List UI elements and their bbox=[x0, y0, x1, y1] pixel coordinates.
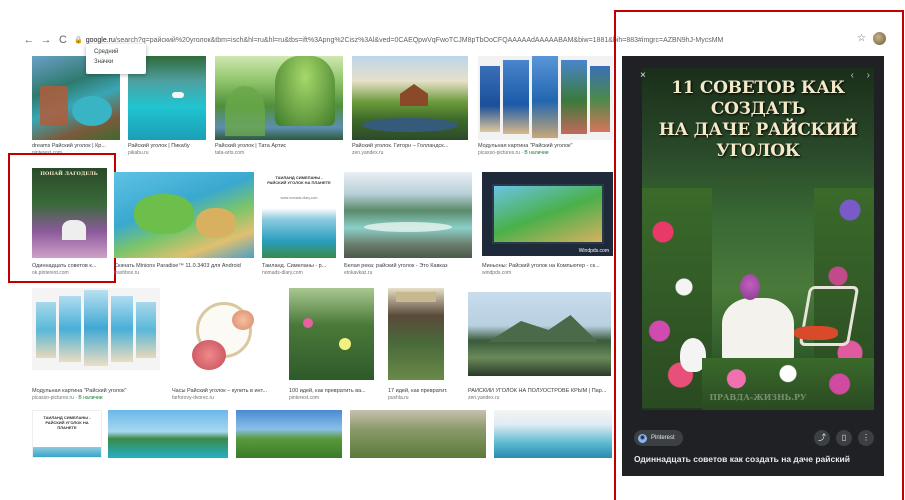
result-caption[interactable]: Модульная картина "Райский уголок" bbox=[32, 388, 162, 395]
preview-watermark: ПРАВДА-ЖИЗНЬ.РУ bbox=[709, 392, 807, 402]
image-preview-panel: 11 СОВЕТОВ КАК СОЗДАТЬ НА ДАЧЕ РАЙСКИЙ У… bbox=[622, 56, 884, 476]
back-button[interactable]: ← bbox=[22, 33, 36, 47]
result-caption[interactable]: РАЙСКИЙ УГОЛОК НА ПОЛУОСТРОВЕ КРЫМ | Пар… bbox=[468, 388, 613, 395]
result-caption[interactable]: dreams Райский уголок | Кр... bbox=[32, 143, 120, 150]
result-source: tata-arts.com bbox=[215, 150, 245, 156]
result-caption[interactable]: Модульная картина "Райский уголок" bbox=[478, 143, 613, 150]
thumb-card-subtitle: www.nomads-diary.com bbox=[280, 196, 318, 200]
more-options-icon[interactable]: ⋮ bbox=[858, 430, 874, 446]
result-caption[interactable]: Таиланд. Симеланы - р... bbox=[262, 263, 340, 270]
result-source: nomads-diary.com bbox=[262, 270, 303, 276]
result-thumbnail[interactable] bbox=[468, 292, 611, 376]
result-thumbnail[interactable] bbox=[350, 410, 486, 458]
preview-image-title: 11 СОВЕТОВ КАК СОЗДАТЬ НА ДАЧЕ РАЙСКИЙ У… bbox=[642, 78, 874, 162]
thumb-card-title: ТАИЛАНД СИМЕЛАНЫ - РАЙСКИЙ УГОЛОК НА ПЛА… bbox=[267, 175, 331, 185]
close-icon[interactable]: × bbox=[640, 70, 646, 81]
globe-icon: ◉ bbox=[638, 433, 647, 443]
result-thumbnail[interactable] bbox=[352, 56, 468, 140]
prev-image-icon[interactable]: ‹ bbox=[851, 70, 854, 81]
result-source-name: picasso-pictures.ru bbox=[32, 395, 74, 401]
selected-result-highlight bbox=[8, 153, 116, 283]
result-caption[interactable]: Райский уголок | Пикабу bbox=[128, 143, 208, 150]
source-chip-label: Pinterest bbox=[651, 435, 675, 441]
preview-image[interactable]: 11 СОВЕТОВ КАК СОЗДАТЬ НА ДАЧЕ РАЙСКИЙ У… bbox=[642, 68, 874, 410]
lock-icon: 🔒 bbox=[74, 37, 83, 44]
result-source: pinterest.com bbox=[289, 395, 320, 401]
result-thumbnail[interactable] bbox=[344, 172, 472, 258]
result-source: picasso-pictures.ru · В наличии bbox=[478, 150, 549, 156]
result-source: windpds.com bbox=[482, 270, 512, 276]
result-source: zen.yandex.ru bbox=[352, 150, 384, 156]
save-bookmark-icon[interactable]: ▯ bbox=[836, 430, 852, 446]
result-thumbnail[interactable] bbox=[215, 56, 343, 140]
forward-button[interactable]: → bbox=[39, 33, 53, 47]
thumb-card-title: ТАИЛАНД СИМЕЛАНЫ - РАЙСКИЙ УГОЛОК НА ПЛА… bbox=[43, 415, 91, 430]
result-thumbnail[interactable] bbox=[32, 288, 160, 370]
result-source: etokavkaz.ru bbox=[344, 270, 373, 276]
result-source: farforovy-dvorec.ru bbox=[172, 395, 214, 401]
preview-caption[interactable]: Одиннадцать советов как создать на даче … bbox=[634, 454, 874, 464]
result-caption[interactable]: Миньоны: Райский уголок на Компьютер - с… bbox=[482, 263, 613, 270]
result-caption[interactable]: Часы Райский уголок – купить в инт... bbox=[172, 388, 282, 395]
result-thumbnail[interactable] bbox=[289, 288, 374, 380]
size-dropdown-menu: Средний Значки bbox=[86, 44, 146, 74]
dropdown-item-icons[interactable]: Значки bbox=[86, 57, 146, 67]
result-thumbnail[interactable] bbox=[114, 172, 254, 258]
result-caption[interactable]: Райский уголок | Тата Артис bbox=[215, 143, 343, 150]
result-thumbnail[interactable] bbox=[172, 288, 280, 380]
result-thumbnail[interactable]: ТАИЛАНД СИМЕЛАНЫ - РАЙСКИЙ УГОЛОК НА ПЛА… bbox=[32, 410, 102, 458]
share-icon[interactable]: ⤴ bbox=[814, 430, 830, 446]
result-source: zen.yandex.ru bbox=[468, 395, 500, 401]
result-caption[interactable]: 100 идей, как превратить ва... bbox=[289, 388, 379, 395]
url-host: google.ru bbox=[85, 36, 115, 44]
result-thumbnail[interactable] bbox=[388, 288, 444, 380]
result-caption[interactable]: 17 идей, как превратит... bbox=[388, 388, 448, 395]
preview-title-line-2: НА ДАЧЕ РАЙСКИЙ УГОЛОК bbox=[658, 120, 858, 161]
result-thumbnail[interactable] bbox=[478, 56, 613, 140]
result-source-name: picasso-pictures.ru bbox=[478, 150, 520, 156]
reload-button[interactable]: C bbox=[56, 33, 70, 47]
result-caption[interactable]: Скачать Minions Paradise™ 11.0.3403 для … bbox=[114, 263, 254, 270]
result-caption[interactable]: Райский уголок. Гиторн – Голландск... bbox=[352, 143, 470, 150]
result-thumbnail[interactable] bbox=[236, 410, 342, 458]
result-source: trashbox.ru bbox=[114, 270, 140, 276]
result-source: pushla.ru bbox=[388, 395, 409, 401]
result-source: pikabu.ru bbox=[128, 150, 149, 156]
result-thumbnail[interactable] bbox=[108, 410, 228, 458]
next-image-icon[interactable]: › bbox=[867, 70, 870, 81]
in-stock-badge: В наличии bbox=[78, 395, 103, 401]
result-thumbnail[interactable]: Windpds.com bbox=[482, 172, 613, 256]
in-stock-badge: В наличии bbox=[524, 150, 549, 156]
result-thumbnail[interactable]: ТАИЛАНД СИМЕЛАНЫ - РАЙСКИЙ УГОЛОК НА ПЛА… bbox=[262, 172, 336, 258]
thumb-watermark: Windpds.com bbox=[578, 248, 609, 254]
result-caption[interactable]: Белая река: райский уголок - Это Кавказ bbox=[344, 263, 474, 270]
preview-title-line-1: 11 СОВЕТОВ КАК СОЗДАТЬ bbox=[671, 78, 845, 119]
preview-actions: ⤴ ▯ ⋮ bbox=[814, 430, 874, 446]
result-source: picasso-pictures.ru · В наличии bbox=[32, 395, 103, 401]
dropdown-item-medium[interactable]: Средний bbox=[86, 47, 146, 57]
source-chip[interactable]: ◉ Pinterest bbox=[634, 430, 683, 446]
result-thumbnail[interactable] bbox=[494, 410, 612, 458]
